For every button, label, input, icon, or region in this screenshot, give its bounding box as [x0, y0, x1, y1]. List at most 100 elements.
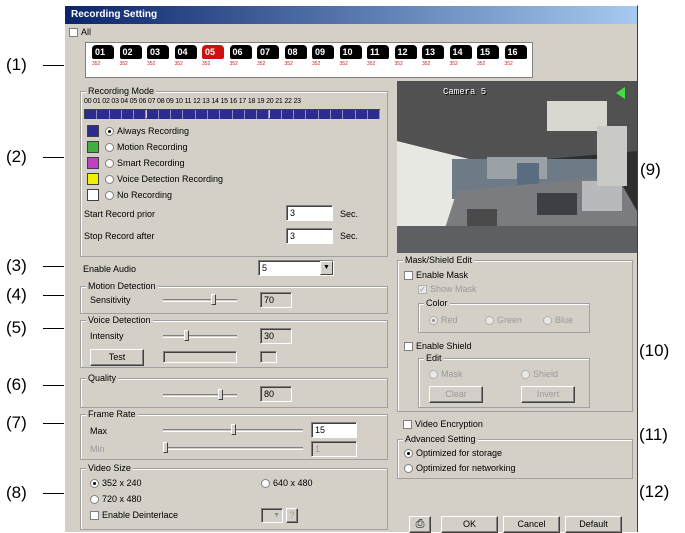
- hour-cell[interactable]: [109, 110, 122, 119]
- camera-15-button[interactable]: 15 352: [477, 45, 499, 67]
- max-frame-value[interactable]: 15: [311, 422, 357, 438]
- hour-cell[interactable]: [121, 110, 135, 119]
- camera-03-button[interactable]: 03 352: [147, 45, 169, 67]
- all-checkbox[interactable]: All: [69, 27, 91, 38]
- camera-10-button[interactable]: 10 352: [339, 45, 362, 67]
- mode-radio[interactable]: [105, 143, 114, 153]
- optimized-storage-radio[interactable]: [404, 449, 413, 459]
- camera-01-button[interactable]: 01 352: [92, 45, 114, 67]
- hour-cell[interactable]: [306, 110, 319, 119]
- intensity-slider-thumb[interactable]: [183, 330, 189, 341]
- hour-cell[interactable]: [257, 110, 270, 119]
- quality-slider-thumb[interactable]: [218, 389, 224, 400]
- sensitivity-slider[interactable]: [163, 299, 237, 302]
- hour-cell[interactable]: [331, 110, 344, 119]
- hour-cell[interactable]: [220, 110, 233, 119]
- hour-cell[interactable]: [134, 110, 147, 119]
- camera-06-button[interactable]: 06 352: [229, 45, 252, 67]
- sensitivity-slider-thumb[interactable]: [211, 294, 217, 305]
- camera-11-button[interactable]: 11 352: [367, 45, 389, 67]
- hour-cell[interactable]: [183, 110, 196, 119]
- hour-cell[interactable]: [355, 110, 368, 119]
- quality-slider[interactable]: [163, 394, 237, 397]
- invert-button[interactable]: Invert: [521, 386, 575, 403]
- help-button[interactable]: ?: [286, 508, 298, 523]
- color-blue-radio[interactable]: [543, 316, 552, 326]
- show-mask-option[interactable]: Show Mask: [418, 284, 477, 295]
- mode-radio[interactable]: [105, 159, 114, 169]
- test-button[interactable]: Test: [90, 349, 144, 366]
- hour-cell[interactable]: [195, 110, 208, 119]
- camera-05-button[interactable]: 05 352: [202, 45, 224, 67]
- hour-cell[interactable]: [158, 110, 172, 119]
- deinterlace-option[interactable]: Enable Deinterlace: [90, 510, 178, 521]
- hour-cell[interactable]: [367, 110, 381, 119]
- edit-mask-radio[interactable]: [429, 370, 438, 380]
- video-encryption-option[interactable]: Video Encryption: [403, 419, 483, 430]
- min-frame-slider-thumb[interactable]: [163, 442, 168, 453]
- optimized-networking-radio[interactable]: [404, 464, 413, 474]
- deinterlace-checkbox[interactable]: [90, 511, 99, 521]
- mode-option[interactable]: No Recording: [105, 190, 172, 201]
- hour-cell[interactable]: [146, 110, 159, 119]
- enable-audio-select[interactable]: 5 ▼: [258, 260, 334, 276]
- enable-mask-checkbox[interactable]: [404, 271, 413, 281]
- mode-option[interactable]: Smart Recording: [105, 158, 185, 169]
- default-button[interactable]: Default: [565, 516, 622, 533]
- camera-16-button[interactable]: 16 352: [504, 45, 527, 67]
- camera-04-button[interactable]: 04 352: [174, 45, 197, 67]
- stop-after-input[interactable]: 3: [286, 228, 333, 244]
- camera-08-button[interactable]: 08 352: [284, 45, 307, 67]
- clear-button[interactable]: Clear: [429, 386, 483, 403]
- hour-cell[interactable]: [171, 110, 184, 119]
- hour-cell[interactable]: [208, 110, 221, 119]
- color-red-radio[interactable]: [429, 316, 438, 326]
- optimized-storage-option[interactable]: Optimized for storage: [404, 448, 502, 459]
- size-640-option[interactable]: 640 x 480: [261, 478, 313, 489]
- size-352-radio[interactable]: [90, 479, 99, 489]
- color-green-radio[interactable]: [485, 316, 494, 326]
- camera-12-button[interactable]: 12 352: [394, 45, 417, 67]
- deinterlace-select[interactable]: ▼: [261, 508, 283, 523]
- camera-13-button[interactable]: 13 352: [422, 45, 444, 67]
- mode-radio[interactable]: [105, 175, 114, 185]
- hour-cell[interactable]: [318, 110, 331, 119]
- all-checkbox-box[interactable]: [69, 28, 78, 38]
- edit-shield-option[interactable]: Shield: [521, 369, 558, 380]
- show-mask-checkbox[interactable]: [418, 285, 427, 295]
- hour-schedule-bar[interactable]: [84, 109, 381, 119]
- mode-option[interactable]: Voice Detection Recording: [105, 174, 223, 185]
- mode-option[interactable]: Always Recording: [105, 126, 189, 137]
- optimized-networking-option[interactable]: Optimized for networking: [404, 463, 516, 474]
- size-352-option[interactable]: 352 x 240: [90, 478, 142, 489]
- mode-option[interactable]: Motion Recording: [105, 142, 188, 153]
- hour-cell[interactable]: [232, 110, 245, 119]
- clipboard-icon-button[interactable]: ⎙: [409, 516, 431, 533]
- chevron-down-icon[interactable]: ▼: [320, 261, 333, 275]
- color-green-option[interactable]: Green: [485, 315, 522, 326]
- hour-cell[interactable]: [343, 110, 356, 119]
- video-encryption-checkbox[interactable]: [403, 420, 412, 430]
- camera-09-button[interactable]: 09 352: [312, 45, 334, 67]
- camera-02-button[interactable]: 02 352: [119, 45, 142, 67]
- size-720-radio[interactable]: [90, 495, 99, 505]
- ok-button[interactable]: OK: [441, 516, 498, 533]
- camera-07-button[interactable]: 07 352: [257, 45, 279, 67]
- hour-cell[interactable]: [85, 110, 98, 119]
- edit-shield-radio[interactable]: [521, 370, 530, 380]
- hour-cell[interactable]: [281, 110, 295, 119]
- color-red-option[interactable]: Red: [429, 315, 458, 326]
- cancel-button[interactable]: Cancel: [503, 516, 560, 533]
- camera-14-button[interactable]: 14 352: [449, 45, 472, 67]
- min-frame-slider[interactable]: [163, 447, 303, 450]
- hour-cell[interactable]: [294, 110, 307, 119]
- mode-radio[interactable]: [105, 127, 114, 137]
- hour-cell[interactable]: [244, 110, 258, 119]
- hour-cell[interactable]: [97, 110, 110, 119]
- size-640-radio[interactable]: [261, 479, 270, 489]
- enable-shield-option[interactable]: Enable Shield: [404, 341, 472, 352]
- enable-shield-checkbox[interactable]: [404, 342, 413, 352]
- start-prior-input[interactable]: 3: [286, 205, 333, 221]
- color-blue-option[interactable]: Blue: [543, 315, 573, 326]
- max-frame-slider-thumb[interactable]: [230, 424, 236, 435]
